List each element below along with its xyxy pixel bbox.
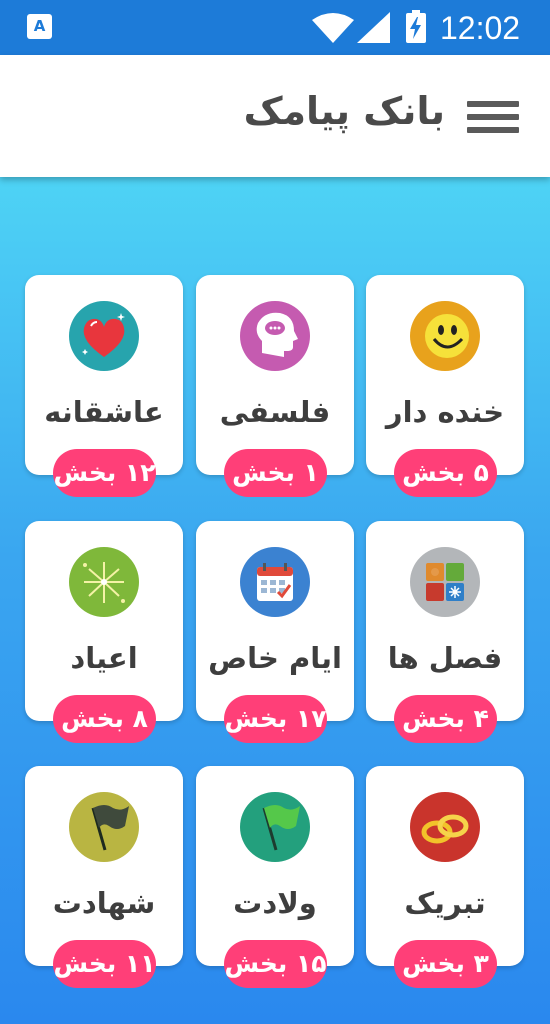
count-badge: ۱۷ بخش xyxy=(224,695,327,743)
signal-icon xyxy=(357,12,390,43)
category-label: عاشقانه xyxy=(44,395,164,429)
count-badge: ۳ بخش xyxy=(394,940,497,988)
app-toolbar: بانک پیامک xyxy=(0,55,550,177)
status-bar: A 12:02 xyxy=(0,0,550,55)
count-badge: ۱۱ بخش xyxy=(53,940,156,988)
smiley-face-icon xyxy=(410,301,480,371)
category-label: فلسفی xyxy=(219,395,331,429)
category-card-seasons[interactable]: فصل ها ۴ بخش xyxy=(366,521,524,743)
category-label: تبریک xyxy=(404,886,486,920)
category-label: شهادت xyxy=(52,886,156,920)
category-label: ایام خاص xyxy=(208,641,342,675)
count-badge: ۵ بخش xyxy=(394,449,497,497)
count-badge: ۱۲ بخش xyxy=(53,449,156,497)
category-card-philosophical[interactable]: فلسفی ۱ بخش xyxy=(196,275,354,497)
category-card-funny[interactable]: خنده دار ۵ بخش xyxy=(366,275,524,497)
count-badge: ۸ بخش xyxy=(53,695,156,743)
count-badge: ۱۵ بخش xyxy=(224,940,327,988)
fireworks-icon xyxy=(69,547,139,617)
category-card-birth[interactable]: ولادت ۱۵ بخش xyxy=(196,766,354,988)
category-label: خنده دار xyxy=(385,395,505,429)
category-label: فصل ها xyxy=(387,641,503,675)
app-notification-icon: A xyxy=(27,14,52,39)
category-card-holidays[interactable]: اعیاد ۸ بخش xyxy=(25,521,183,743)
count-badge: ۴ بخش xyxy=(394,695,497,743)
status-time: 12:02 xyxy=(440,10,521,46)
category-card-congratulations[interactable]: تبریک ۳ بخش xyxy=(366,766,524,988)
category-card-special-days[interactable]: ایام خاص ۱۷ بخش xyxy=(196,521,354,743)
page-title: بانک پیامک xyxy=(243,89,445,133)
calendar-icon xyxy=(240,547,310,617)
hamburger-menu-icon[interactable] xyxy=(467,101,519,137)
battery-charging-icon xyxy=(406,10,426,43)
rings-icon xyxy=(410,792,480,862)
count-badge: ۱ بخش xyxy=(224,449,327,497)
heart-icon xyxy=(69,301,139,371)
category-card-martyrdom[interactable]: شهادت ۱۱ بخش xyxy=(25,766,183,988)
thinking-head-icon xyxy=(240,301,310,371)
dark-flag-icon xyxy=(69,792,139,862)
category-label: ولادت xyxy=(233,886,317,920)
wifi-icon xyxy=(312,13,354,43)
category-card-romantic[interactable]: عاشقانه ۱۲ بخش xyxy=(25,275,183,497)
category-grid: خنده دار ۵ بخش فلسفی ۱ بخش عاشقانه ۱۲ بخ… xyxy=(0,177,550,1024)
green-flag-icon xyxy=(240,792,310,862)
four-seasons-icon xyxy=(410,547,480,617)
category-label: اعیاد xyxy=(70,641,138,675)
